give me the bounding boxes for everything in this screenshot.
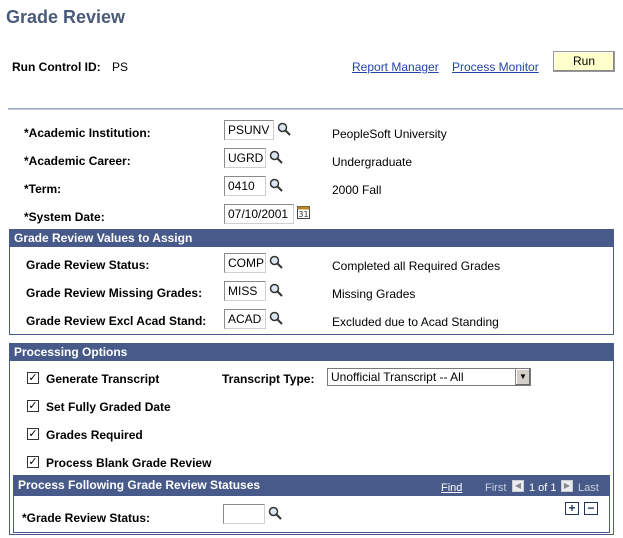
add-row-button[interactable]: +: [565, 502, 579, 515]
search-icon[interactable]: [269, 283, 283, 297]
last-link: Last: [578, 482, 599, 494]
excl-acad-desc: Excluded due to Acad Standing: [332, 315, 499, 329]
first-link: First: [485, 482, 507, 494]
grades-required-checkbox[interactable]: ✓: [27, 428, 39, 440]
review-status-input[interactable]: COMP: [224, 253, 266, 273]
blank-review-checkbox[interactable]: ✓: [27, 456, 39, 468]
fully-graded-checkbox[interactable]: ✓: [27, 400, 39, 412]
review-status-label: Grade Review Status:: [26, 258, 150, 272]
term-desc: 2000 Fall: [332, 183, 382, 197]
search-icon[interactable]: [269, 150, 283, 164]
career-label: *Academic Career:: [24, 154, 131, 168]
review-status-desc: Completed all Required Grades: [332, 259, 501, 273]
grades-required-label: Grades Required: [46, 428, 143, 442]
search-icon[interactable]: [269, 178, 283, 192]
search-icon[interactable]: [269, 311, 283, 325]
delete-row-button[interactable]: −: [584, 502, 598, 515]
process-monitor-link[interactable]: Process Monitor: [452, 60, 539, 74]
find-link[interactable]: Find: [441, 482, 462, 494]
grade-review-status-input[interactable]: [223, 504, 265, 524]
missing-grades-desc: Missing Grades: [332, 287, 416, 301]
transcript-type-value: Unofficial Transcript -- All: [331, 370, 464, 384]
svg-text:31: 31: [298, 210, 308, 219]
search-icon[interactable]: [277, 122, 291, 136]
run-control-label: Run Control ID:: [12, 60, 101, 74]
report-manager-link[interactable]: Report Manager: [352, 60, 439, 74]
run-control-value: PS: [112, 60, 129, 74]
search-icon[interactable]: [269, 255, 283, 269]
institution-input[interactable]: PSUNV: [224, 120, 274, 140]
term-input[interactable]: 0410: [224, 176, 266, 196]
previous-icon: ◀: [512, 480, 524, 492]
excl-acad-input[interactable]: ACAD: [224, 309, 266, 329]
divider: [8, 108, 623, 110]
run-button[interactable]: Run: [553, 51, 615, 72]
institution-desc: PeopleSoft University: [332, 127, 447, 141]
blank-review-label: Process Blank Grade Review: [46, 456, 212, 470]
missing-grades-label: Grade Review Missing Grades:: [26, 286, 203, 300]
row-range: 1 of 1: [529, 482, 557, 494]
grade-review-status-label: *Grade Review Status:: [22, 511, 151, 525]
missing-grades-input[interactable]: MISS: [224, 281, 266, 301]
fully-graded-label: Set Fully Graded Date: [46, 400, 171, 414]
page-title: Grade Review: [6, 7, 126, 27]
next-icon: ▶: [561, 480, 573, 492]
term-label: *Term:: [24, 182, 62, 196]
generate-transcript-label: Generate Transcript: [46, 372, 160, 386]
search-icon[interactable]: [268, 506, 282, 520]
career-desc: Undergraduate: [332, 155, 413, 169]
institution-label: *Academic Institution:: [24, 126, 151, 140]
calendar-icon[interactable]: 31: [297, 205, 310, 219]
transcript-type-label: Transcript Type:: [222, 372, 315, 386]
excl-acad-label: Grade Review Excl Acad Stand:: [26, 314, 207, 328]
system-date-label: *System Date:: [24, 210, 105, 224]
system-date-input[interactable]: 07/10/2001: [224, 204, 294, 224]
career-input[interactable]: UGRD: [224, 148, 266, 168]
section-header: Processing Options: [10, 344, 613, 361]
transcript-type-select[interactable]: Unofficial Transcript -- All ▼: [327, 368, 531, 386]
chevron-down-icon[interactable]: ▼: [515, 369, 530, 385]
section-header: Grade Review Values to Assign: [10, 230, 613, 247]
generate-transcript-checkbox[interactable]: ✓: [27, 372, 39, 384]
